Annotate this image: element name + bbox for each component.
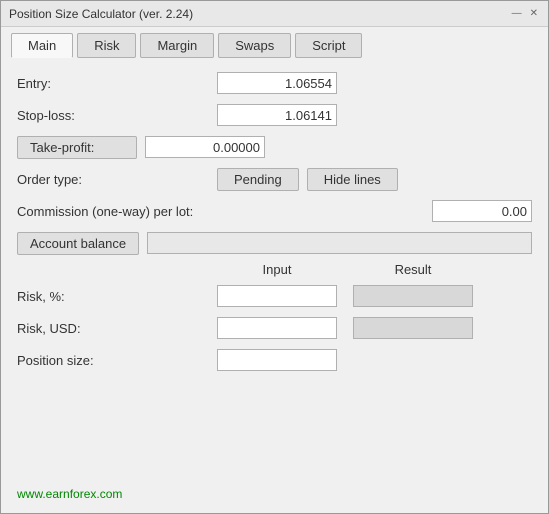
commission-input[interactable] xyxy=(432,200,532,222)
stoploss-input[interactable] xyxy=(217,104,337,126)
stoploss-row: Stop-loss: xyxy=(17,102,532,128)
accountbalance-button[interactable]: Account balance xyxy=(17,232,139,255)
main-window: Position Size Calculator (ver. 2.24) — ✕… xyxy=(0,0,549,514)
risk-pct-label: Risk, %: xyxy=(17,289,217,304)
positionsize-label: Position size: xyxy=(17,353,217,368)
tab-swaps[interactable]: Swaps xyxy=(218,33,291,58)
entry-label: Entry: xyxy=(17,76,217,91)
commission-label: Commission (one-way) per lot: xyxy=(17,204,432,219)
risk-pct-result xyxy=(353,285,473,307)
window-title: Position Size Calculator (ver. 2.24) xyxy=(9,7,193,21)
accountbalance-row: Account balance xyxy=(17,230,532,256)
takeprofit-input[interactable] xyxy=(145,136,265,158)
pending-button[interactable]: Pending xyxy=(217,168,299,191)
minimize-button[interactable]: — xyxy=(510,8,524,19)
risk-usd-result xyxy=(353,317,473,339)
takeprofit-button[interactable]: Take-profit: xyxy=(17,136,137,159)
entry-input[interactable] xyxy=(217,72,337,94)
tab-bar: Main Risk Margin Swaps Script xyxy=(1,27,548,62)
main-content: Entry: Stop-loss: Take-profit: Order typ… xyxy=(1,62,548,513)
positionsize-row: Position size: xyxy=(17,347,532,373)
ordertype-row: Order type: Pending Hide lines xyxy=(17,166,532,192)
risk-usd-row: Risk, USD: xyxy=(17,315,532,341)
commission-row: Commission (one-way) per lot: xyxy=(17,198,532,224)
risk-usd-input[interactable] xyxy=(217,317,337,339)
accountbalance-display xyxy=(147,232,532,254)
input-result-header: Input Result xyxy=(217,262,532,277)
stoploss-label: Stop-loss: xyxy=(17,108,217,123)
tab-main[interactable]: Main xyxy=(11,33,73,58)
earnforex-link[interactable]: www.earnforex.com xyxy=(17,481,532,505)
tab-script[interactable]: Script xyxy=(295,33,362,58)
risk-pct-input[interactable] xyxy=(217,285,337,307)
result-col-header: Result xyxy=(353,262,473,277)
hidelines-button[interactable]: Hide lines xyxy=(307,168,398,191)
takeprofit-row: Take-profit: xyxy=(17,134,532,160)
risk-pct-row: Risk, %: xyxy=(17,283,532,309)
ordertype-label: Order type: xyxy=(17,172,217,187)
positionsize-input[interactable] xyxy=(217,349,337,371)
entry-row: Entry: xyxy=(17,70,532,96)
title-controls: — ✕ xyxy=(510,8,540,19)
title-bar: Position Size Calculator (ver. 2.24) — ✕ xyxy=(1,1,548,27)
tab-margin[interactable]: Margin xyxy=(140,33,214,58)
risk-usd-label: Risk, USD: xyxy=(17,321,217,336)
input-col-header: Input xyxy=(217,262,337,277)
close-button[interactable]: ✕ xyxy=(528,8,540,19)
tab-risk[interactable]: Risk xyxy=(77,33,136,58)
